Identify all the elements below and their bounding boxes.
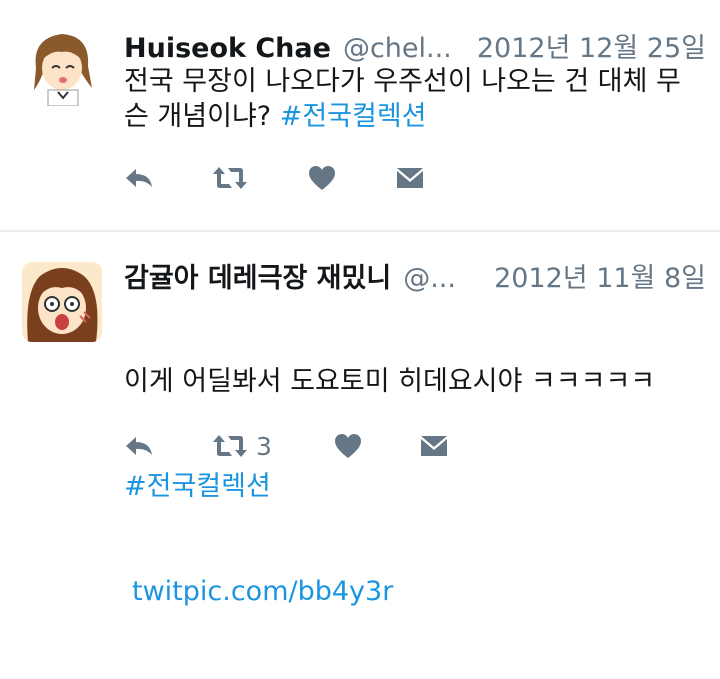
author-handle[interactable]: @... — [403, 263, 476, 294]
tweet-actions: 3 — [124, 430, 447, 462]
tweet-body-text: 이게 어딜봐서 도요토미 히데요시야 ㅋㅋㅋㅋㅋ — [124, 366, 656, 397]
retweet-button[interactable] — [212, 162, 248, 194]
tweet-date[interactable]: 2012년 11월 8일 — [494, 256, 706, 295]
tweet-actions — [124, 162, 444, 194]
avatar[interactable] — [22, 26, 102, 106]
message-button[interactable] — [420, 430, 448, 462]
author-name[interactable]: 감귤아 데레극장 재밌니 — [124, 256, 391, 295]
like-button[interactable] — [308, 162, 336, 194]
heart-icon — [309, 166, 335, 190]
reply-icon — [126, 437, 152, 455]
message-button[interactable] — [396, 162, 424, 194]
media-link[interactable]: twitpic.com/bb4y3r — [132, 574, 700, 609]
envelope-icon — [421, 436, 447, 456]
tweet-text: 이게 어딜봐서 도요토미 히데요시야 ㅋㅋㅋㅋㅋ #전국컬렉션 twitpic.… — [124, 294, 700, 679]
retweet-icon — [213, 435, 247, 457]
author-name[interactable]: Huiseok Chae — [124, 33, 331, 64]
hashtag-link[interactable]: #전국컬렉션 — [124, 469, 700, 504]
hashtag-link[interactable]: #전국컬렉션 — [280, 101, 427, 132]
heart-icon — [335, 434, 361, 458]
tweet-2[interactable]: 감귤아 데레극장 재밌니 @... 2012년 11월 8일 이게 어딜봐서 도… — [0, 232, 720, 607]
tweet-date[interactable]: 2012년 12월 25일 — [477, 26, 706, 65]
tweet-header: Huiseok Chae @chel... 2012년 12월 25일 — [124, 26, 706, 66]
tweet-text: 전국 무장이 나오다가 우주선이 나오는 건 대체 무슨 개념이냐? #전국컬렉… — [124, 64, 700, 134]
tweet-header: 감귤아 데레극장 재밌니 @... 2012년 11월 8일 — [124, 256, 706, 296]
reply-button[interactable] — [124, 162, 154, 194]
author-handle[interactable]: @chel... — [343, 33, 459, 64]
tweet-1[interactable]: Huiseok Chae @chel... 2012년 12월 25일 전국 무… — [0, 0, 720, 230]
retweet-count: 3 — [256, 431, 272, 461]
retweet-icon — [213, 167, 247, 189]
reply-icon — [126, 169, 152, 187]
like-button[interactable] — [334, 430, 362, 462]
retweet-button[interactable]: 3 — [212, 430, 272, 462]
envelope-icon — [397, 168, 423, 188]
reply-button[interactable] — [124, 430, 154, 462]
avatar[interactable] — [22, 262, 102, 342]
